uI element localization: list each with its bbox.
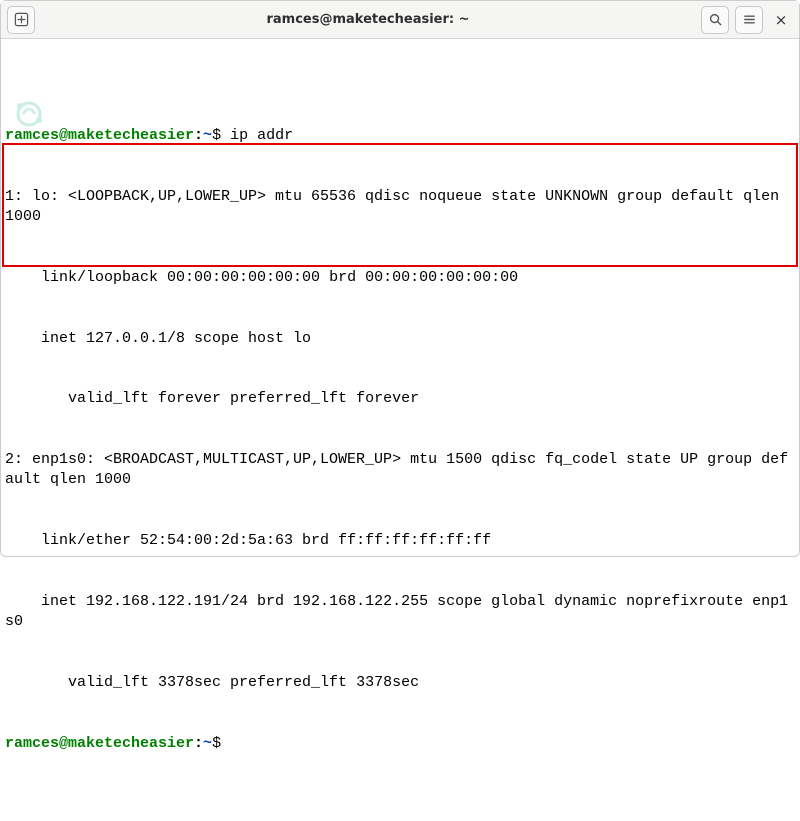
close-icon: × xyxy=(775,11,788,29)
close-button[interactable]: × xyxy=(769,8,793,32)
terminal-line: ramces@maketecheasier:~$ ip addr xyxy=(5,126,795,146)
prompt-sep: : xyxy=(194,735,203,752)
new-tab-button[interactable] xyxy=(7,6,35,34)
prompt-user: ramces@maketecheasier xyxy=(5,127,194,144)
output-line: valid_lft forever preferred_lft forever xyxy=(5,389,795,409)
output-line: 2: enp1s0: <BROADCAST,MULTICAST,UP,LOWER… xyxy=(5,450,795,491)
menu-button[interactable] xyxy=(735,6,763,34)
output-line: 1: lo: <LOOPBACK,UP,LOWER_UP> mtu 65536 … xyxy=(5,187,795,228)
prompt-user: ramces@maketecheasier xyxy=(5,735,194,752)
output-line: link/loopback 00:00:00:00:00:00 brd 00:0… xyxy=(5,268,795,288)
output-line: inet 192.168.122.191/24 brd 192.168.122.… xyxy=(5,592,795,633)
output-line: inet 127.0.0.1/8 scope host lo xyxy=(5,329,795,349)
prompt-path: ~ xyxy=(203,127,212,144)
titlebar: ramces@maketecheasier: ~ × xyxy=(1,1,799,39)
plus-box-icon xyxy=(14,12,29,27)
prompt-dollar: $ xyxy=(212,735,221,752)
prompt-sep: : xyxy=(194,127,203,144)
hamburger-icon xyxy=(742,12,757,27)
prompt-path: ~ xyxy=(203,735,212,752)
prompt-dollar: $ xyxy=(212,127,221,144)
search-button[interactable] xyxy=(701,6,729,34)
window-title: ramces@maketecheasier: ~ xyxy=(41,12,695,27)
output-line: link/ether 52:54:00:2d:5a:63 brd ff:ff:f… xyxy=(5,531,795,551)
command-text: ip addr xyxy=(221,127,293,144)
output-line: valid_lft 3378sec preferred_lft 3378sec xyxy=(5,673,795,693)
terminal-area[interactable]: ramces@maketecheasier:~$ ip addr 1: lo: … xyxy=(1,39,799,821)
terminal-line: ramces@maketecheasier:~$ xyxy=(5,734,795,754)
search-icon xyxy=(708,12,723,27)
titlebar-controls: × xyxy=(701,6,793,34)
watermark-logo xyxy=(11,55,47,91)
